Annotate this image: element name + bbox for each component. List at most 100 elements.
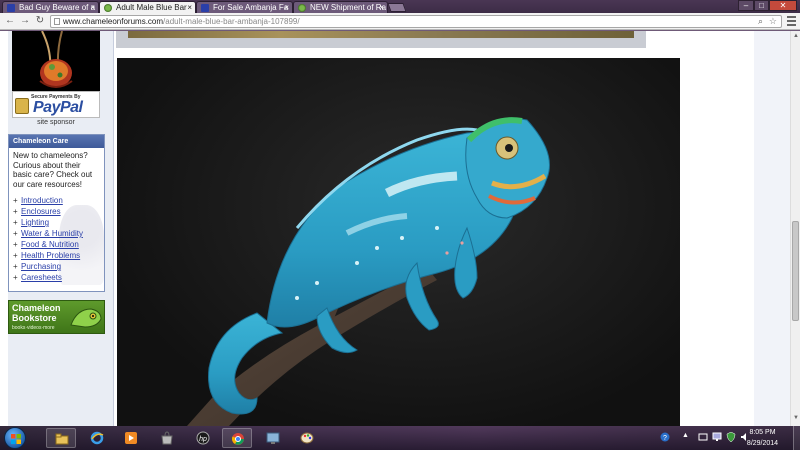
close-icon[interactable]: ×: [90, 2, 95, 13]
browser-toolbar: ← → ↻ www.chameleonforums.com/adult-male…: [0, 13, 800, 30]
chameleon-care-box: Chameleon Care New to chameleons? Curiou…: [8, 134, 105, 292]
network-icon[interactable]: [712, 432, 722, 442]
plus-icon: +: [13, 273, 18, 282]
plus-icon: +: [13, 251, 18, 260]
show-desktop-button[interactable]: [793, 426, 800, 450]
chameleon-head-icon: [70, 308, 102, 328]
bookstore-title: Chameleon Bookstore: [12, 303, 61, 323]
action-center-icon[interactable]: [698, 432, 708, 442]
plus-icon: +: [13, 229, 18, 238]
address-bar[interactable]: www.chameleonforums.com/adult-male-blue-…: [50, 15, 782, 28]
svg-text:?: ?: [663, 435, 667, 442]
chameleon-bookstore-banner[interactable]: Chameleon Bookstore books·videos·more: [8, 300, 105, 334]
start-button[interactable]: [4, 427, 26, 449]
care-links-list: + Introduction + Enclosures + Lighting + Wat…: [9, 189, 104, 283]
care-link-purchasing[interactable]: Purchasing: [21, 262, 61, 271]
care-box-intro: New to chameleons? Curious about their b…: [13, 151, 93, 189]
store-icon[interactable]: [152, 428, 182, 448]
menu-icon[interactable]: [787, 16, 796, 26]
blue-square-favicon-icon: [201, 4, 209, 12]
tab-for-sale-ambanja[interactable]: For Sale Ambanja Fa ×: [196, 1, 293, 13]
tab-adult-male-blue-bar[interactable]: Adult Male Blue Bar ×: [99, 1, 196, 13]
control-panel-icon[interactable]: [258, 428, 288, 448]
main-content: [114, 31, 754, 426]
chrome-icon[interactable]: [222, 428, 252, 448]
bookstore-subtitle: books·videos·more: [12, 325, 55, 331]
care-link-lighting[interactable]: Lighting: [21, 218, 49, 227]
previous-image-frame: [116, 31, 646, 48]
chameleon-favicon-icon: [298, 4, 306, 12]
care-link-item: + Purchasing: [13, 261, 104, 272]
chameleon-favicon-icon: [104, 4, 112, 12]
tab-new-shipment[interactable]: NEW Shipment of Ra ×: [293, 1, 388, 13]
care-link-item: + Caresheets: [13, 272, 104, 283]
bookmark-star-icon[interactable]: ☆: [769, 16, 777, 27]
browser-tab-strip: Bad Guy Beware of a × Adult Male Blue Ba…: [0, 0, 800, 13]
care-link-item: + Introduction: [13, 195, 104, 206]
url-path: /adult-male-blue-bar-ambanja-107899/: [163, 17, 300, 26]
web-page: Secure Payments By PayPal site sponsor C…: [0, 31, 790, 426]
care-box-title: Chameleon Care: [9, 135, 104, 148]
care-link-item: + Enclosures: [13, 206, 104, 217]
tab-title: For Sale Ambanja Fa: [213, 3, 289, 12]
new-tab-button[interactable]: [387, 3, 407, 12]
file-explorer-icon[interactable]: [46, 428, 76, 448]
scrollbar-thumb[interactable]: [792, 221, 799, 321]
url-host: www.chameleonforums.com: [63, 17, 164, 26]
scroll-up-arrow-icon[interactable]: ▲: [793, 33, 799, 39]
chameleon-photo[interactable]: [117, 58, 680, 426]
page-icon: [54, 18, 60, 25]
care-link-enclosures[interactable]: Enclosures: [21, 207, 61, 216]
close-icon[interactable]: ×: [379, 2, 384, 13]
close-icon[interactable]: ×: [284, 2, 289, 13]
windows-logo-icon: [11, 434, 21, 444]
blue-square-favicon-icon: [7, 4, 15, 12]
clock-time: 8:05 PM: [749, 429, 776, 436]
svg-text:hp: hp: [199, 436, 207, 443]
plus-icon: +: [13, 240, 18, 249]
clock-date: 8/29/2014: [746, 440, 779, 447]
care-link-caresheets[interactable]: Caresheets: [21, 273, 62, 282]
scroll-down-arrow-icon[interactable]: ▼: [793, 415, 799, 421]
paypal-logo: PayPal: [33, 99, 83, 116]
hp-icon[interactable]: hp: [188, 428, 218, 448]
back-button[interactable]: ←: [4, 15, 16, 27]
sponsor-ad-image[interactable]: [12, 31, 100, 91]
tab-title: Adult Male Blue Bar: [116, 3, 187, 12]
right-gutter: [754, 31, 790, 426]
reload-button[interactable]: ↻: [34, 15, 46, 27]
close-window-button[interactable]: ✕: [769, 0, 797, 11]
left-gutter: [0, 31, 8, 426]
search-icon[interactable]: ⌕: [758, 16, 763, 27]
lock-icon: [15, 98, 29, 114]
plus-icon: +: [13, 207, 18, 216]
windows-taskbar: hp ? ▲ 8:05 PM 8/29/2014: [0, 426, 800, 450]
site-sponsor-caption: site sponsor: [37, 119, 75, 126]
plus-icon: +: [13, 218, 18, 227]
care-link-health-problems[interactable]: Health Problems: [21, 251, 80, 260]
internet-explorer-icon[interactable]: [82, 428, 112, 448]
help-icon[interactable]: ?: [660, 432, 670, 442]
forward-button[interactable]: →: [19, 15, 31, 27]
previous-image[interactable]: [128, 31, 634, 38]
care-link-item: + Water & Humidity: [13, 228, 104, 239]
paypal-badge[interactable]: Secure Payments By PayPal: [12, 91, 100, 118]
plus-icon: +: [13, 262, 18, 271]
paint-icon[interactable]: [292, 428, 322, 448]
plus-icon: +: [13, 196, 18, 205]
show-hidden-icons-icon[interactable]: ▲: [682, 432, 692, 442]
vertical-scrollbar[interactable]: ▲ ▼: [790, 31, 800, 426]
maximize-button[interactable]: □: [754, 0, 769, 11]
care-link-introduction[interactable]: Introduction: [21, 196, 63, 205]
minimize-button[interactable]: –: [738, 0, 754, 11]
taskbar-clock[interactable]: 8:05 PM 8/29/2014: [735, 427, 790, 449]
tab-title: NEW Shipment of Ra: [310, 3, 387, 12]
care-link-item: + Food & Nutrition: [13, 239, 104, 250]
care-link-water-humidity[interactable]: Water & Humidity: [21, 229, 83, 238]
close-icon[interactable]: ×: [187, 2, 192, 13]
media-player-icon[interactable]: [116, 428, 146, 448]
care-link-food-nutrition[interactable]: Food & Nutrition: [21, 240, 79, 249]
care-link-item: + Lighting: [13, 217, 104, 228]
tab-bad-guy[interactable]: Bad Guy Beware of a ×: [2, 1, 99, 13]
sidebar: Secure Payments By PayPal site sponsor C…: [8, 31, 114, 426]
